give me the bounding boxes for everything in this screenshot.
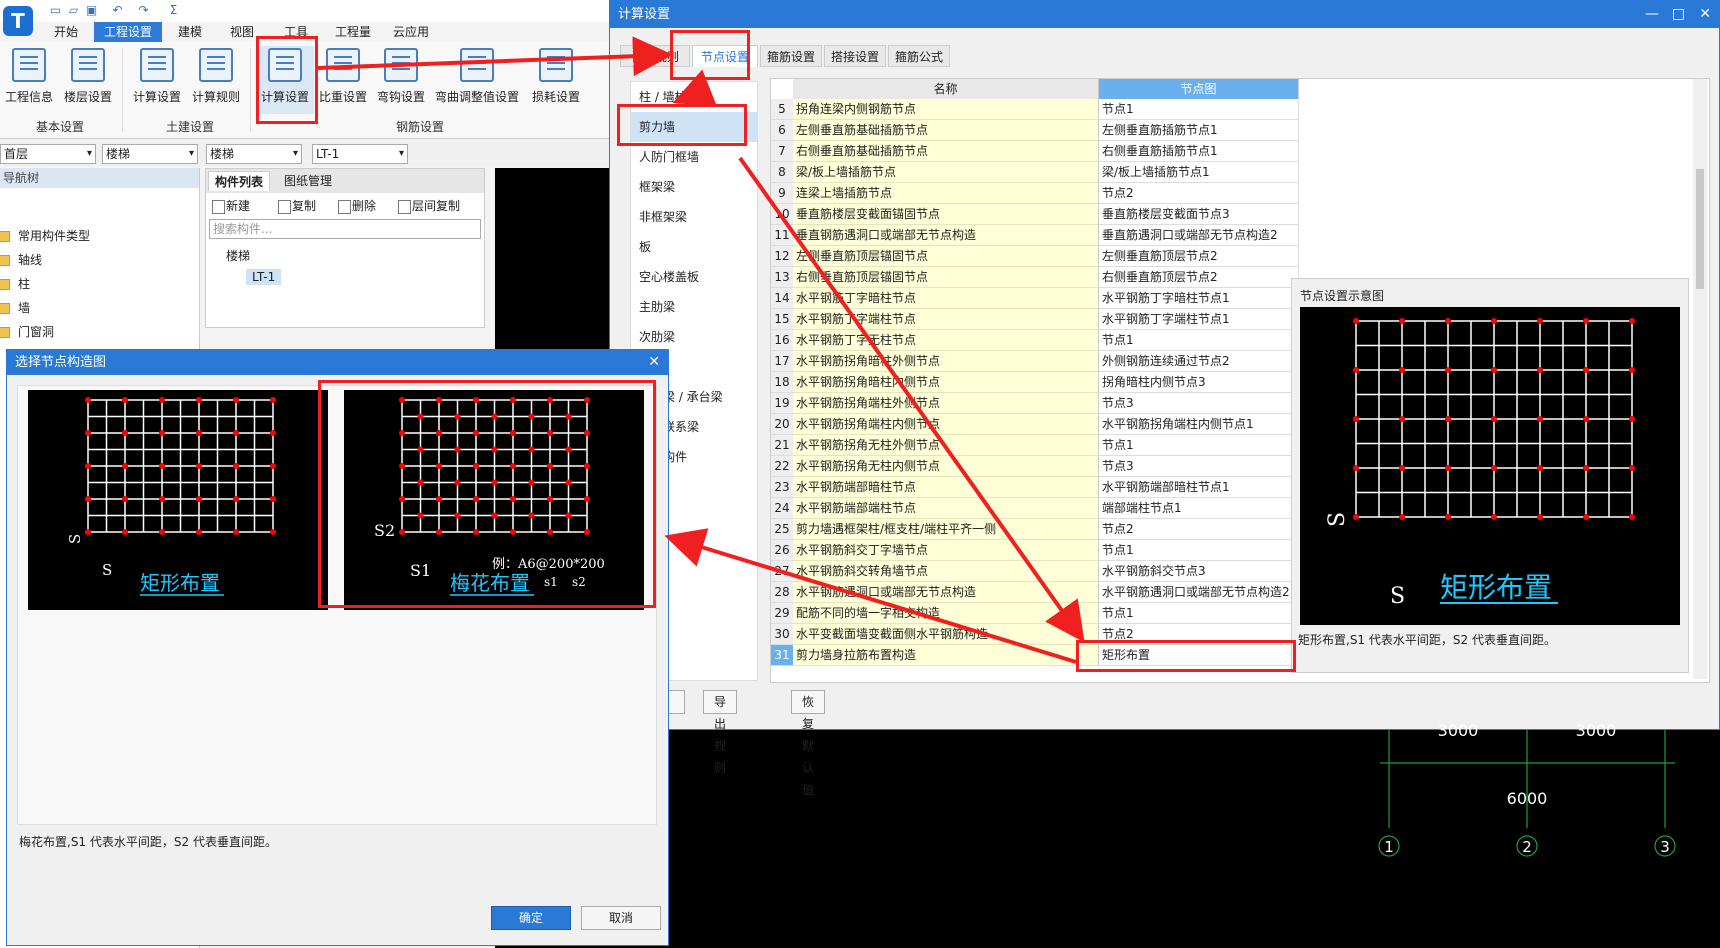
annotation-arrows [317,36,1085,664]
